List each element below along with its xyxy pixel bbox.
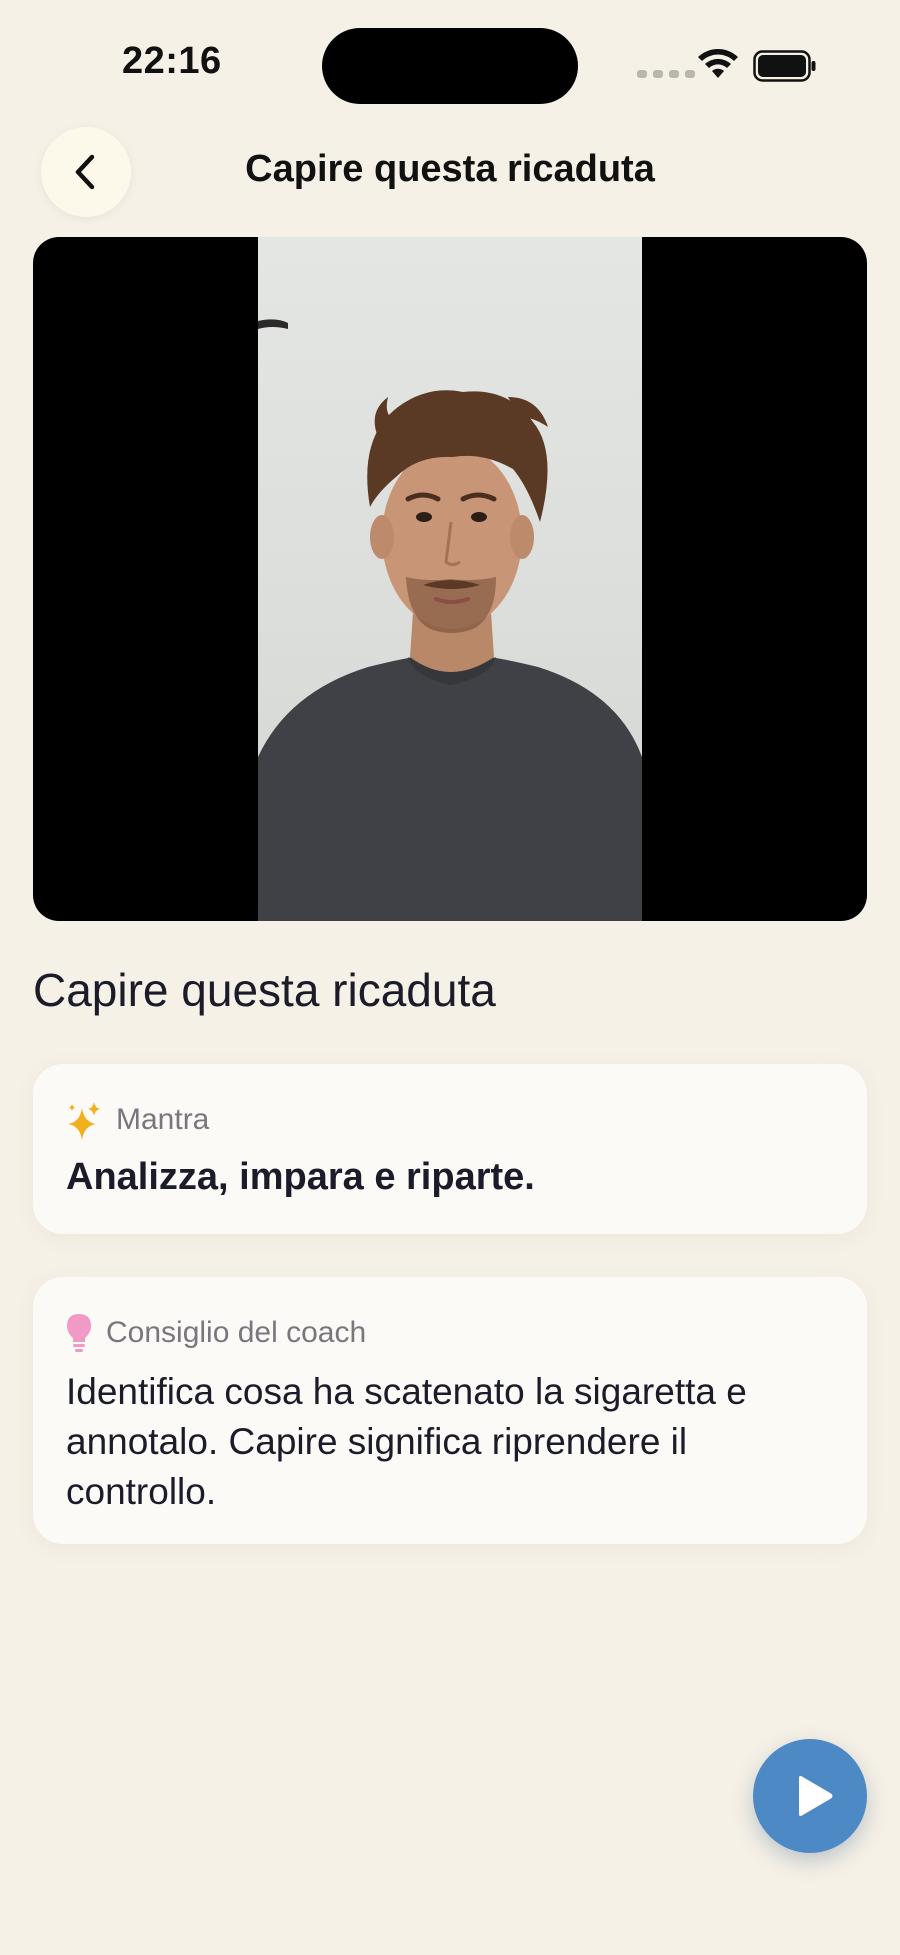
lightbulb-icon bbox=[67, 1314, 91, 1352]
play-icon bbox=[799, 1776, 833, 1816]
chevron-left-icon bbox=[75, 154, 95, 190]
mantra-header: Mantra bbox=[66, 1100, 209, 1140]
video-thumbnail bbox=[258, 319, 642, 921]
battery-icon bbox=[753, 50, 816, 82]
wifi-icon bbox=[698, 49, 738, 78]
status-bar: 22:16 bbox=[0, 0, 900, 120]
video-player[interactable] bbox=[33, 237, 867, 921]
play-button[interactable] bbox=[753, 1739, 867, 1853]
mantra-card: Mantra Analizza, impara e riparte. bbox=[33, 1064, 867, 1234]
status-time: 22:16 bbox=[122, 40, 222, 82]
sparkles-icon bbox=[68, 1102, 100, 1140]
dynamic-island bbox=[322, 28, 578, 104]
coach-tip-text: Identifica cosa ha scatenato la sigarett… bbox=[66, 1371, 747, 1512]
mantra-text: Analizza, impara e riparte. bbox=[66, 1156, 535, 1198]
coach-tip-header: Consiglio del coach bbox=[66, 1313, 366, 1353]
coach-tip-card: Consiglio del coach Identifica cosa ha s… bbox=[33, 1277, 867, 1544]
video-frame bbox=[258, 237, 642, 921]
back-button[interactable] bbox=[41, 127, 131, 217]
cellular-signal-icon bbox=[637, 70, 695, 78]
lesson-title: Capire questa ricaduta bbox=[33, 964, 496, 1016]
page-title: Capire questa ricaduta bbox=[245, 148, 655, 190]
coach-tip-label: Consiglio del coach bbox=[106, 1316, 367, 1349]
mantra-label: Mantra bbox=[116, 1103, 210, 1136]
